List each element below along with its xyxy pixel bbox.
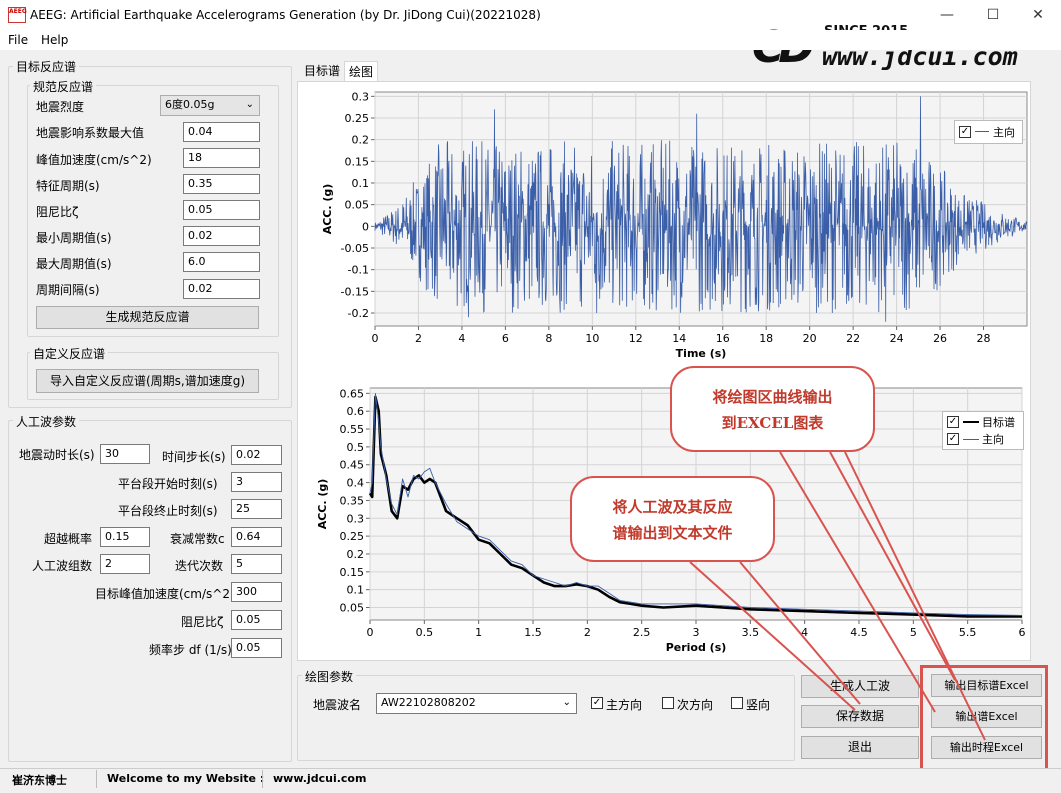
callout-arrow-text-2	[739, 561, 861, 705]
status-site: www.jdcui.com	[273, 772, 367, 785]
status-divider	[262, 770, 263, 788]
callout-excel-chart: 将绘图区曲线输出 到EXCEL图表	[670, 366, 875, 452]
status-divider	[96, 770, 97, 788]
callout-arrow-excel-1	[779, 451, 936, 713]
callout-text-file: 将人工波及其反应 谱输出到文本文件	[570, 476, 775, 562]
callout-text-line2: 谱输出到文本文件	[612, 524, 733, 542]
callout-arrow-text-1	[689, 561, 856, 711]
callout-excel-line1: 将绘图区曲线输出	[712, 388, 833, 406]
status-author: 崔济东博士	[12, 774, 67, 787]
status-welcome: Welcome to my Website :	[107, 772, 265, 785]
callout-excel-line2: 到EXCEL图表	[721, 414, 824, 432]
callout-arrows	[689, 451, 986, 741]
callout-text-line1: 将人工波及其反应	[612, 498, 733, 516]
